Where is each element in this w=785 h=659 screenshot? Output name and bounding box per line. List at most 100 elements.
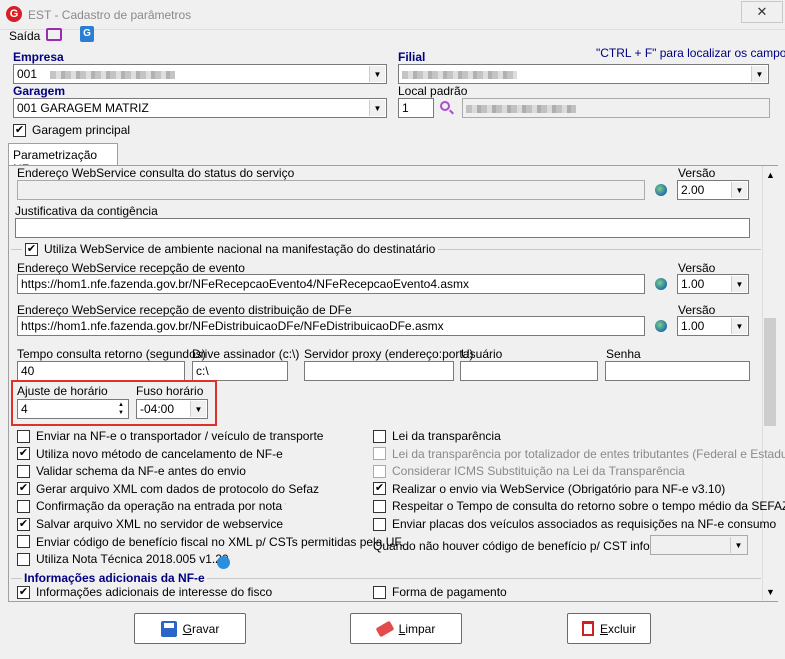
option-right-checkbox[interactable]: ✔	[373, 482, 386, 496]
ws-status-label: Endereço WebService consulta do status d…	[17, 166, 295, 180]
proxy-label: Servidor proxy (endereço:porta)	[304, 347, 474, 361]
floppy-disk-icon	[160, 620, 177, 637]
option-left-label: Enviar na NF-e o transportador / veículo…	[36, 429, 324, 443]
chevron-down-icon: ▼	[369, 66, 385, 82]
nacional-checkbox[interactable]: ✔	[25, 242, 38, 256]
garagem-principal-checkbox[interactable]: ✔	[13, 123, 26, 137]
option-right-row[interactable]: Lei da transparência	[373, 429, 501, 443]
ws-dfe-input[interactable]: https://hom1.nfe.fazenda.gov.br/NFeDistr…	[17, 316, 645, 336]
local-padrao-input[interactable]: 1	[398, 98, 434, 118]
g-app-icon[interactable]: G	[80, 26, 94, 42]
chevron-down-icon[interactable]: ▼	[763, 587, 778, 597]
option-right-row[interactable]: ✔ Realizar o envio via WebService (Obriga…	[373, 482, 725, 496]
option-right-label: Respeitar o Tempo de consulta do retorno…	[392, 499, 785, 514]
globe-icon[interactable]	[655, 278, 667, 290]
usuario-input[interactable]	[460, 361, 598, 381]
globe-icon[interactable]	[655, 320, 667, 332]
ws-evento-versao-value: 1.00	[681, 277, 705, 291]
info-bubble-icon[interactable]	[217, 556, 230, 569]
search-icon[interactable]	[439, 100, 454, 115]
globe-icon[interactable]	[655, 184, 667, 196]
scrollbar-thumb[interactable]	[764, 318, 776, 426]
delete-button-label: xcluir	[608, 621, 637, 636]
option-right-row[interactable]: Respeitar o Tempo de consulta do retorno…	[373, 499, 785, 513]
garagem-principal-row[interactable]: ✔ Garagem principal	[13, 123, 130, 137]
option-left-label: Salvar arquivo XML no servidor de webser…	[36, 517, 284, 531]
saida-menu[interactable]: Saída	[9, 29, 40, 43]
option-left-row[interactable]: Utiliza Nota Técnica 2018.005 v1.20	[17, 552, 229, 566]
option-right-label: Lei da transparência por totalizador de …	[392, 446, 785, 461]
option-right-row[interactable]: Enviar placas dos veículos associados as…	[373, 517, 776, 531]
versao-label: Versão	[678, 303, 716, 317]
spinner-arrows-icon[interactable]: ▲ ▼	[115, 401, 127, 417]
garagem-value: 001 GARAGEM MATRIZ	[17, 101, 149, 115]
ws-evento-input[interactable]: https://hom1.nfe.fazenda.gov.br/NFeRecep…	[17, 274, 645, 294]
ws-status-versao-select[interactable]: 2.00 ▼	[677, 180, 749, 200]
local-padrao-label: Local padrão	[398, 84, 468, 98]
eraser-icon	[375, 620, 395, 637]
option-left-checkbox[interactable]	[17, 552, 30, 566]
ws-status-versao-value: 2.00	[681, 183, 705, 197]
delete-button-accel: E	[599, 621, 608, 636]
option-left-label: Utiliza Nota Técnica 2018.005 v1.20	[36, 552, 229, 567]
option-right-row[interactable]: Lei da transparência por totalizador de …	[373, 447, 785, 461]
close-button[interactable]: ✕	[741, 1, 783, 23]
empresa-label: Empresa	[13, 50, 64, 64]
option-right-checkbox[interactable]	[373, 499, 386, 513]
option-left-row[interactable]: ✔ Gerar arquivo XML com dados de protocol…	[17, 482, 319, 496]
option-left-checkbox[interactable]: ✔	[17, 447, 30, 461]
tempo-input[interactable]: 40	[17, 361, 185, 381]
drive-input[interactable]: c:\	[192, 361, 288, 381]
option-right-row[interactable]: Considerar ICMS Substituição na Lei da T…	[373, 464, 685, 478]
info-fisco-checkbox[interactable]: ✔	[17, 585, 30, 599]
save-button[interactable]: Gravar	[134, 613, 246, 644]
option-right-checkbox	[373, 447, 386, 461]
ajuste-spinner[interactable]: 4 ▲ ▼	[17, 399, 129, 419]
monitor-icon[interactable]	[46, 28, 62, 41]
fuso-select[interactable]: -04:00 ▼	[136, 399, 208, 419]
forma-pagamento-checkbox[interactable]	[373, 585, 386, 599]
option-left-row[interactable]: Validar schema da NF-e antes do envio	[17, 464, 246, 478]
option-right-checkbox[interactable]	[373, 517, 386, 531]
forma-pagamento-row[interactable]: Forma de pagamento	[373, 585, 507, 599]
chevron-down-icon: ▼	[190, 401, 206, 417]
forma-pagamento-label: Forma de pagamento	[392, 585, 507, 599]
option-left-checkbox[interactable]	[17, 464, 30, 478]
option-left-row[interactable]: Enviar na NF-e o transportador / veículo…	[17, 429, 323, 443]
option-left-checkbox[interactable]	[17, 499, 30, 513]
info-fisco-row[interactable]: ✔ Informações adicionais de interesse do…	[17, 585, 272, 599]
option-left-checkbox[interactable]: ✔	[17, 517, 30, 531]
nacional-row[interactable]: ✔ Utiliza WebService de ambiente naciona…	[22, 242, 439, 256]
justificativa-input[interactable]	[15, 218, 750, 238]
chevron-down-icon: ▼	[731, 276, 747, 292]
beneficio-select[interactable]: ▼	[650, 535, 748, 555]
garagem-select[interactable]: 001 GARAGEM MATRIZ ▼	[13, 98, 387, 118]
option-left-label: Enviar código de benefício fiscal no XML…	[36, 534, 404, 549]
delete-button[interactable]: Excluir	[567, 613, 651, 644]
option-left-label: Confirmação da operação na entrada por n…	[36, 499, 286, 514]
option-left-row[interactable]: ✔ Salvar arquivo XML no servidor de webse…	[17, 517, 283, 531]
option-left-checkbox[interactable]: ✔	[17, 482, 30, 496]
chevron-up-icon[interactable]: ▲	[763, 170, 778, 180]
option-left-row[interactable]: Enviar código de benefício fiscal no XML…	[17, 535, 404, 549]
ws-dfe-versao-select[interactable]: 1.00 ▼	[677, 316, 749, 336]
option-left-row[interactable]: ✔ Utiliza novo método de cancelamento de …	[17, 447, 283, 461]
clear-button[interactable]: Limpar	[350, 613, 462, 644]
filial-select[interactable]: ▼	[398, 64, 769, 84]
option-left-checkbox[interactable]	[17, 429, 30, 443]
option-right-checkbox[interactable]	[373, 429, 386, 443]
ws-evento-versao-select[interactable]: 1.00 ▼	[677, 274, 749, 294]
clear-button-label: impar	[405, 621, 436, 636]
option-right-label: Considerar ICMS Substituição na Lei da T…	[392, 464, 685, 479]
tab-parametrizacao-nfe[interactable]: Parametrização NF-e	[8, 143, 118, 176]
ws-dfe-label: Endereço WebService recepção de evento d…	[17, 303, 352, 317]
drive-label: Drive assinador (c:\)	[192, 347, 300, 361]
option-left-row[interactable]: Confirmação da operação na entrada por n…	[17, 499, 286, 513]
senha-input[interactable]	[605, 361, 750, 381]
proxy-input[interactable]	[304, 361, 454, 381]
empresa-select[interactable]: 001 ▼	[13, 64, 387, 84]
option-left-checkbox[interactable]	[17, 535, 30, 549]
fuso-value: -04:00	[140, 402, 175, 416]
option-right-label: Enviar placas dos veículos associados as…	[392, 517, 777, 531]
ws-status-input[interactable]	[17, 180, 645, 200]
